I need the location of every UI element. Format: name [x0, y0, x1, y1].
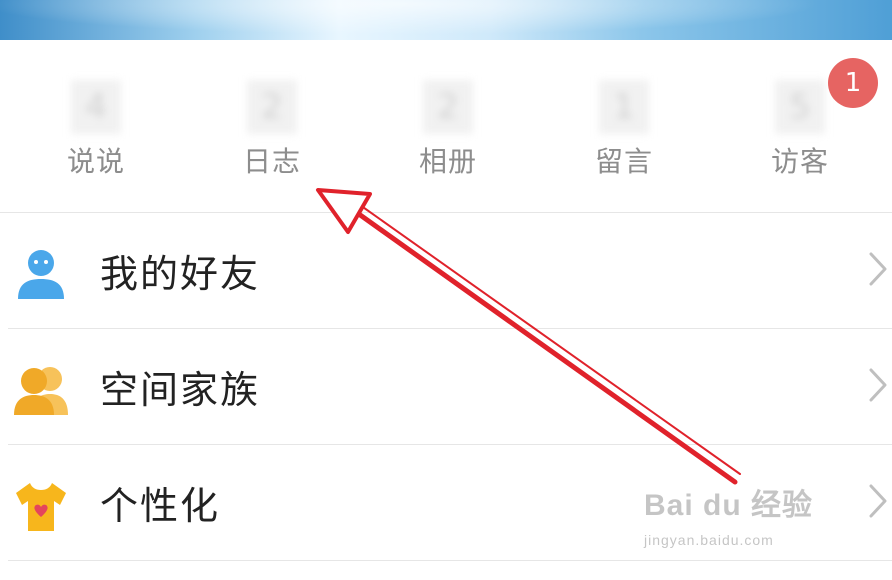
watermark-url: jingyan.baidu.com — [644, 532, 774, 548]
stat-diary[interactable]: 2 日志 — [192, 40, 352, 212]
menu-item-label: 空间家族 — [100, 368, 261, 412]
family-group-icon — [14, 367, 68, 415]
stat-message[interactable]: 1 留言 — [544, 40, 704, 212]
stat-label: 留言 — [594, 145, 653, 178]
profile-banner — [0, 0, 892, 40]
chevron-right-icon — [869, 368, 887, 402]
menu-item-label: 我的好友 — [100, 252, 261, 296]
menu-item-space-family[interactable]: 空间家族 — [0, 329, 892, 445]
stat-label: 相册 — [418, 145, 477, 178]
stat-label: 日志 — [242, 145, 301, 178]
watermark-brand: Bai du 经验 — [644, 489, 814, 522]
stats-bar: 4 说说 2 日志 2 相册 1 留言 5 访客 1 — [0, 40, 892, 212]
baidu-jingyan-watermark: Bai du 经验 jingyan.baidu.com — [644, 480, 844, 562]
stat-count: 4 — [71, 80, 121, 134]
stat-album[interactable]: 2 相册 — [368, 40, 528, 212]
stat-count: 5 — [775, 80, 825, 134]
stat-count: 1 — [599, 80, 649, 134]
friend-person-icon — [18, 250, 64, 299]
tshirt-heart-icon — [16, 483, 66, 531]
stat-label: 说说 — [66, 145, 125, 178]
menu-item-label: 个性化 — [100, 484, 221, 528]
menu-item-my-friends[interactable]: 我的好友 — [0, 213, 892, 329]
stat-label: 访客 — [770, 145, 829, 178]
visitors-notification-badge: 1 — [828, 58, 878, 108]
chevron-right-icon — [869, 252, 887, 286]
chevron-right-icon — [869, 484, 887, 518]
stat-count: 2 — [247, 80, 297, 134]
stat-shuoshuo[interactable]: 4 说说 — [16, 40, 176, 212]
stat-count: 2 — [423, 80, 473, 134]
